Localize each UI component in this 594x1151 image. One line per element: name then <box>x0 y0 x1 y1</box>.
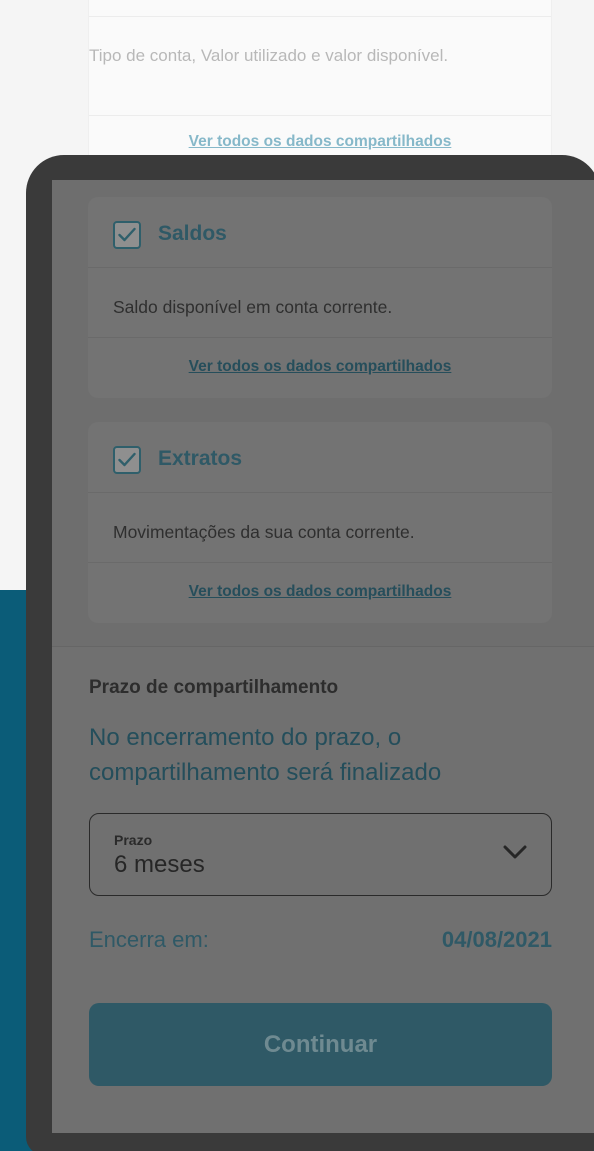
card-divider <box>88 267 552 268</box>
view-shared-data-link[interactable]: Ver todos os dados compartilhados <box>88 358 552 376</box>
card-divider <box>89 115 551 116</box>
background-data-card: Tipo de conta, Valor utilizado e valor d… <box>88 0 552 176</box>
prazo-section-label: Prazo de compartilhamento <box>89 677 339 698</box>
card-divider <box>89 16 551 17</box>
card-divider <box>88 562 552 563</box>
view-shared-data-link[interactable]: Ver todos os dados compartilhados <box>89 133 551 151</box>
view-shared-data-link[interactable]: Ver todos os dados compartilhados <box>88 583 552 601</box>
data-card-saldos: Saldos Saldo disponível em conta corrent… <box>88 197 552 398</box>
prazo-select[interactable]: Prazo 6 meses <box>89 813 552 896</box>
card-divider <box>88 492 552 493</box>
check-icon <box>118 452 136 467</box>
prazo-select-value: 6 meses <box>114 851 205 878</box>
card-divider <box>88 337 552 338</box>
prazo-select-label: Prazo <box>114 832 153 848</box>
card-description: Movimentações da sua conta corrente. <box>113 522 415 542</box>
card-title: Extratos <box>158 447 243 470</box>
card-title: Saldos <box>158 222 227 245</box>
end-date-label: Encerra em: <box>89 927 209 952</box>
card-description: Tipo de conta, Valor utilizado e valor d… <box>89 46 449 65</box>
extratos-checkbox[interactable] <box>113 446 141 474</box>
section-divider <box>52 646 594 647</box>
bottom-sheet: Saldos Saldo disponível em conta corrent… <box>52 180 594 1133</box>
end-date-value: 04/08/2021 <box>441 927 552 952</box>
check-icon <box>118 227 136 242</box>
continue-button[interactable]: Continuar <box>89 1003 552 1086</box>
saldos-checkbox[interactable] <box>113 221 141 249</box>
data-card-extratos: Extratos Movimentações da sua conta corr… <box>88 422 552 623</box>
chevron-down-icon <box>503 845 527 859</box>
prazo-info-text: No encerramento do prazo, o compartilham… <box>89 724 442 786</box>
card-description: Saldo disponível em conta corrente. <box>113 297 393 317</box>
